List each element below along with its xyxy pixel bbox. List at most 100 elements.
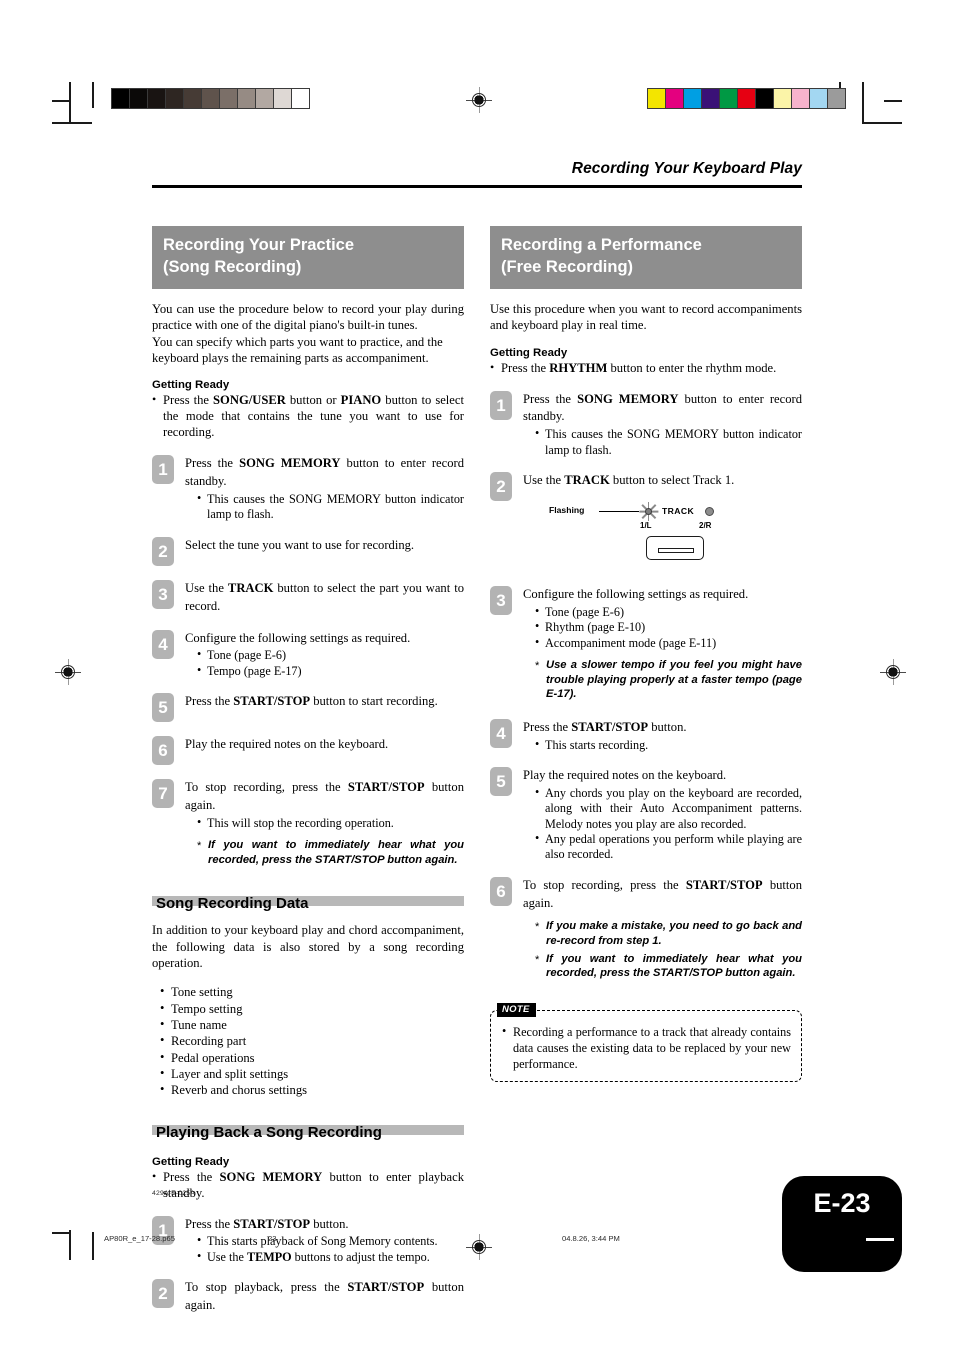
list-item: Use a slower tempo if you feel you might… <box>535 658 802 702</box>
step-lead-text: Press the START/STOP button. <box>185 1216 349 1231</box>
two-column-layout: Recording Your Practice (Song Recording)… <box>152 226 802 1315</box>
subheading-playing-back: Playing Back a Song Recording <box>152 1124 464 1142</box>
step-body: Configure the following settings as requ… <box>185 630 464 680</box>
step-item: 5 Play the required notes on the keyboar… <box>490 766 802 863</box>
step-number-badge: 2 <box>152 536 174 566</box>
step-sub-list: This causes the SONG MEMORY button indic… <box>523 426 802 458</box>
step-body: Configure the following settings as requ… <box>523 586 802 705</box>
step-body: To stop recording, press the START/STOP … <box>185 779 464 870</box>
step-number-badge: 6 <box>152 736 174 766</box>
list-item: Tempo (page E-17) <box>197 663 464 679</box>
step-lead-text: To stop recording, press the START/STOP … <box>185 780 465 813</box>
track-1l-label: 1/L <box>640 520 652 530</box>
step-number-badge: 6 <box>490 876 512 906</box>
list-item: Rhythm (page E-10) <box>535 619 802 635</box>
list-item: Press the RHYTHM button to enter the rhy… <box>490 360 802 377</box>
step-sub-list: This will stop the recording operation. <box>185 815 464 831</box>
color-swatch <box>792 89 809 108</box>
list-item: Any chords you play on the keyboard are … <box>535 785 802 832</box>
step-item: 4 Press the START/STOP button. This star… <box>490 718 802 753</box>
playback-getting-ready-list: Press the SONG MEMORY button to enter pl… <box>152 1169 464 1202</box>
registration-mark-top <box>466 87 492 113</box>
step-lead-text: Press the SONG MEMORY button to enter re… <box>185 456 464 489</box>
list-item: Recording a performance to a track that … <box>501 1023 791 1073</box>
step-number-badge: 2 <box>490 472 512 502</box>
grayscale-swatch <box>202 89 219 108</box>
color-swatch <box>720 89 737 108</box>
left-intro-paragraph: You can use the procedure below to recor… <box>152 301 464 366</box>
step-lead-text: Press the START/STOP button to start rec… <box>185 694 438 709</box>
button-slot <box>658 547 694 553</box>
step-lead-text: Press the SONG MEMORY button to enter re… <box>523 391 802 424</box>
step-lead-text: Play the required notes on the keyboard. <box>185 737 389 752</box>
note-box: NOTE Recording a performance to a track … <box>490 1002 802 1083</box>
registration-mark-left <box>55 659 81 685</box>
list-item: Accompaniment mode (page E-11) <box>535 635 802 651</box>
step-item: 4 Configure the following settings as re… <box>152 629 464 680</box>
step-body: Press the START/STOP button. This starts… <box>185 1216 464 1266</box>
step-lead-text: To stop recording, press the START/STOP … <box>523 877 803 910</box>
grayscale-swatch <box>256 89 273 108</box>
footer-filename: AP80R_e_17-28.p65 <box>104 1234 175 1243</box>
footer-page-number: 23 <box>268 1234 277 1243</box>
grayscale-swatch <box>238 89 255 108</box>
footer-document-code: 429A-E-025A <box>152 1190 196 1197</box>
list-item: Tune name <box>160 1016 464 1033</box>
list-item: Tone setting <box>160 983 464 1000</box>
grayscale-wedge <box>111 88 310 109</box>
step-item: 3 Configure the following settings as re… <box>490 585 802 705</box>
list-item: This starts playback of Song Memory cont… <box>197 1233 464 1249</box>
crop-mark-top-left-v <box>69 82 71 124</box>
step-lead-text: Configure the following settings as requ… <box>523 586 749 601</box>
page-badge-label: E-23 <box>813 1188 871 1218</box>
running-head: Recording Your Keyboard Play <box>571 160 802 177</box>
page-number-badge: E-23 <box>782 1176 902 1272</box>
right-getting-ready-label: Getting Ready <box>490 346 568 359</box>
flashing-label: Flashing <box>549 504 585 515</box>
note-tag: NOTE <box>497 1002 536 1017</box>
step-body: Play the required notes on the keyboard. <box>185 736 464 765</box>
color-swatch <box>828 89 845 108</box>
step-number-badge: 3 <box>152 579 174 609</box>
list-item: If you want to immediately hear what you… <box>197 838 464 867</box>
section-banner-free-recording: Recording a Performance (Free Recording) <box>490 226 802 289</box>
crop-mark-top-right-v <box>862 82 864 124</box>
list-item: This causes the SONG MEMORY button indic… <box>535 426 802 458</box>
playback-getting-ready-label: Getting Ready <box>152 1155 230 1168</box>
step-item: 2 Select the tune you want to use for re… <box>152 536 464 566</box>
step-lead-text: Press the START/STOP button. <box>523 719 687 734</box>
left-getting-ready-label: Getting Ready <box>152 379 230 392</box>
banner-line-1: Recording Your Practice <box>163 236 355 254</box>
crop-mark-bottom-left-corner-v <box>92 1232 94 1260</box>
step-number-badge: 5 <box>490 766 512 796</box>
subheading-song-recording-data: Song Recording Data <box>152 896 464 913</box>
grayscale-swatch <box>184 89 201 108</box>
color-swatch <box>666 89 683 108</box>
right-getting-ready-list: Press the RHYTHM button to enter the rhy… <box>490 360 802 377</box>
page-content: Recording Your Keyboard Play Recording Y… <box>152 160 802 1315</box>
list-item: Press the SONG/USER button or PIANO butt… <box>152 392 464 441</box>
left-intro-b: You can specify which parts you want to … <box>152 334 443 365</box>
step-number-badge: 4 <box>152 629 174 659</box>
step-body: Press the SONG MEMORY button to enter re… <box>523 391 802 459</box>
color-swatch <box>774 89 791 108</box>
left-getting-ready-list: Press the SONG/USER button or PIANO butt… <box>152 392 464 441</box>
step-body: Press the START/STOP button to start rec… <box>185 693 464 722</box>
leader-line <box>599 510 639 513</box>
step-sub-list: Any chords you play on the keyboard are … <box>523 785 802 863</box>
step-lead-text: Use the TRACK button to select the part … <box>185 580 464 613</box>
step-sub-list: This causes the SONG MEMORY button indic… <box>185 491 464 523</box>
color-swatch <box>702 89 719 108</box>
grayscale-swatch <box>292 89 309 108</box>
list-item: Tempo setting <box>160 1000 464 1017</box>
registration-mark-right <box>880 659 906 685</box>
step-star-list: If you want to immediately hear what you… <box>185 838 464 867</box>
grayscale-swatch <box>166 89 183 108</box>
list-item: Tone (page E-6) <box>535 604 802 620</box>
step-sub-list: This starts playback of Song Memory cont… <box>185 1233 464 1265</box>
lamp-off-icon <box>705 506 714 516</box>
list-item: If you make a mistake, you need to go ba… <box>535 919 802 948</box>
step-lead-text: Play the required notes on the keyboard. <box>523 767 727 782</box>
crop-mark-top-left-h2 <box>52 100 70 102</box>
step-sub-list: This starts recording. <box>523 736 802 753</box>
